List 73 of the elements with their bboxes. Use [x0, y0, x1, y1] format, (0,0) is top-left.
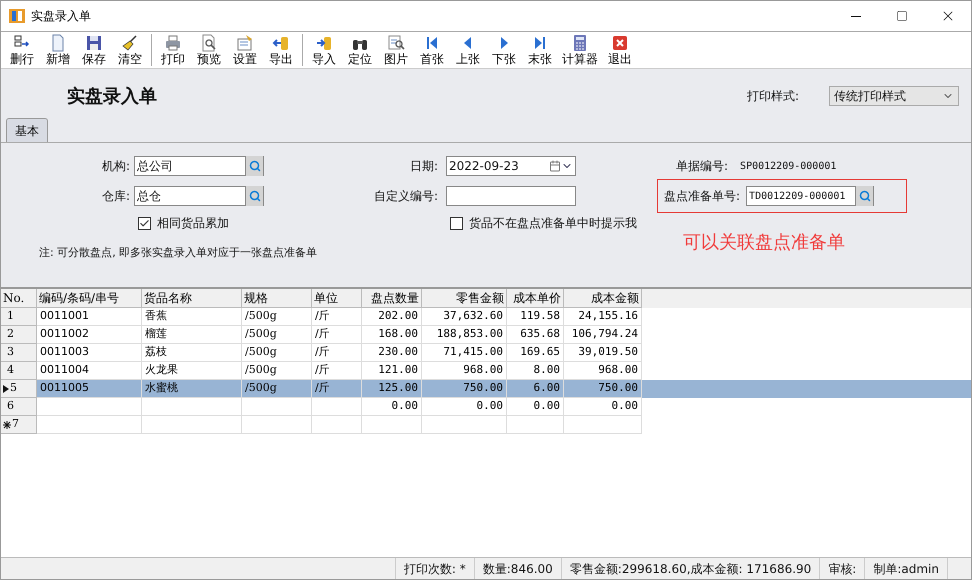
- warehouse-label: 仓库:: [102, 188, 130, 205]
- toolbar-button[interactable]: 退出: [602, 32, 638, 68]
- custom-number-label: 自定义编号:: [374, 188, 438, 205]
- toolbar-button[interactable]: 上张: [450, 32, 486, 68]
- toolbar-button[interactable]: 导出: [263, 32, 299, 68]
- table-cell: [362, 416, 422, 434]
- picture-search-icon: [387, 34, 405, 52]
- toolbar-button[interactable]: 计算器: [558, 32, 602, 68]
- org-field[interactable]: 总公司: [134, 156, 264, 176]
- toolbar-button[interactable]: 保存: [76, 32, 112, 68]
- table-cell: [242, 416, 312, 434]
- table-cell: [507, 416, 564, 434]
- toolbar-button[interactable]: 打印: [155, 32, 191, 68]
- table-cell: [312, 416, 362, 434]
- toolbar-button[interactable]: 导入: [306, 32, 342, 68]
- date-label: 日期:: [410, 158, 438, 175]
- checkbox[interactable]: [450, 216, 463, 230]
- toolbar-button[interactable]: 首张: [414, 32, 450, 68]
- current-row-icon: [3, 384, 9, 392]
- broom-icon: [121, 34, 139, 52]
- search-icon: [248, 160, 260, 172]
- status-field: 打印次数: *: [394, 558, 474, 579]
- status-field: 制单:admin: [864, 558, 947, 579]
- close-icon: [611, 34, 629, 52]
- window-title: 实盘录入单: [31, 8, 91, 25]
- toolbar-button[interactable]: 设置: [227, 32, 263, 68]
- magnifier-page-icon: [200, 34, 218, 52]
- toolbar-button[interactable]: 预览: [191, 32, 227, 68]
- search-button[interactable]: [245, 186, 263, 206]
- toolbar-button[interactable]: 清空: [112, 32, 148, 68]
- prep-number-field[interactable]: TD0012209-000001: [746, 186, 874, 206]
- custom-number-field[interactable]: [446, 186, 576, 206]
- calendar-icon: [549, 160, 561, 172]
- table-row[interactable]: 5 0011005 水蜜桃 /500g /斤 125.00 750.00 6.00 750.00: [1, 380, 971, 398]
- toolbar-button[interactable]: 新增: [40, 32, 76, 68]
- search-icon: [248, 190, 260, 202]
- checkbox-label[interactable]: 相同货品累加: [157, 214, 229, 232]
- app-logo-icon: [9, 9, 25, 23]
- search-button[interactable]: [855, 186, 874, 206]
- status-field: 审核:: [819, 558, 864, 579]
- export-arrow-icon: [272, 34, 290, 52]
- tab[interactable]: 基本: [6, 118, 48, 142]
- org-label: 机构:: [102, 158, 130, 175]
- annotation-text: 可以关联盘点准备单: [683, 231, 845, 255]
- toolbar-button[interactable]: 末张: [522, 32, 558, 68]
- checkbox[interactable]: [138, 216, 151, 230]
- note-text: 注: 可分散盘点, 即多张实盘录入单对应于一张盘点准备单: [39, 246, 318, 258]
- row-number[interactable]: 7: [12, 416, 19, 433]
- maximize-icon: [896, 10, 908, 22]
- prep-number-label: 盘点准备单号:: [664, 188, 740, 205]
- toolbar-button[interactable]: 图片: [378, 32, 414, 68]
- search-button[interactable]: [245, 156, 263, 176]
- row-number[interactable]: 5: [10, 380, 17, 397]
- toolbar-button[interactable]: 定位: [342, 32, 378, 68]
- search-icon: [858, 190, 871, 202]
- form-heading: 实盘录入单: [67, 84, 157, 108]
- status-field: 零售金额:299618.60,成本金额: 171686.90: [560, 558, 820, 579]
- document-number: SP0012209-000001: [740, 160, 836, 174]
- printer-icon: [164, 34, 182, 52]
- new-row-icon: [3, 420, 11, 428]
- document-number-label: 单据编号:: [676, 158, 728, 175]
- toolbar-button[interactable]: 删行: [4, 32, 40, 68]
- status-field: 数量:846.00: [474, 558, 561, 579]
- print-style-dropdown[interactable]: 传统打印样式: [829, 86, 959, 106]
- form-settings-icon: [236, 34, 254, 52]
- toolbar-button[interactable]: 下张: [486, 32, 522, 68]
- calculator-icon: [571, 34, 589, 52]
- checkbox-label[interactable]: 货品不在盘点准备单中时提示我: [469, 214, 637, 232]
- import-arrow-icon: [315, 34, 333, 52]
- warehouse-field[interactable]: 总仓: [134, 186, 264, 206]
- print-style-label: 打印样式:: [746, 88, 799, 105]
- check-icon: [139, 218, 150, 228]
- date-picker[interactable]: 2022-09-23: [446, 156, 576, 176]
